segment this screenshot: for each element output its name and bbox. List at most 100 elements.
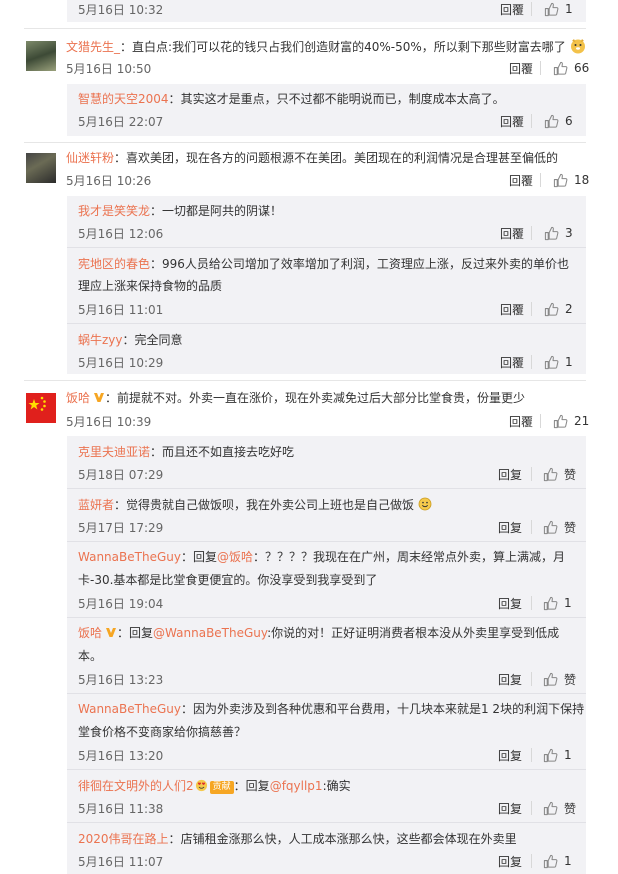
like-button[interactable]: 1 [544,354,573,370]
comment-time: 5月16日 10:50 [66,62,152,76]
reply-body: 饭哈 ：回复@WannaBeTheGuy:你说的对！正好证明消费者根本没从外卖里享… [78,626,560,640]
user-name[interactable]: 克里夫迪亚诺 [78,445,150,459]
like-count: 1 [565,355,573,369]
reply-text-line2: 卡-30.基本都是比堂食更便宜的。你没享受到我享受到了 [78,573,378,587]
user-name[interactable]: 宪地区的春色 [78,257,150,271]
avatar[interactable] [26,153,56,183]
user-name[interactable]: 文猎先生_ [66,40,120,54]
divider [531,2,532,16]
reply-text: 一切都是阿共的阴谋！ [162,204,283,218]
mention-link[interactable]: @fqyllp1 [270,779,323,793]
reply-button[interactable]: 回复 [498,747,522,764]
thumb-up-icon [543,520,558,534]
like-button[interactable]: 18 [553,172,589,188]
divider [540,173,541,187]
reply-button[interactable]: 回复 [498,519,522,536]
user-name[interactable]: 仙迷轩粉 [66,151,114,165]
reply-time: 5月17日 17:29 [78,521,164,535]
user-name[interactable]: 蓝妍者 [78,498,114,512]
user-name[interactable]: WannaBeTheGuy [78,702,181,716]
reply-button[interactable]: 回复 [498,800,522,817]
reply-button[interactable]: 回覆 [500,354,524,371]
heart-eyes-emoji-icon [195,779,207,792]
like-button[interactable]: 6 [544,113,573,129]
like-label: 赞 [564,467,577,482]
reply-button[interactable]: 回复 [498,466,522,483]
user-name[interactable]: 饭哈 [78,626,102,640]
user-name[interactable]: 2020伟哥在路上 [78,832,169,846]
user-name[interactable]: WannaBeTheGuy [78,550,181,564]
user-name[interactable]: 蜗牛zyy [78,333,123,347]
user-name[interactable]: 我才是笑笑龙 [78,204,150,218]
reply-button[interactable]: 回覆 [500,225,524,242]
like-button[interactable]: 1 [543,853,572,869]
reply-button[interactable]: 回覆 [509,413,533,430]
reply-divider [67,247,586,248]
comment-divider [24,142,586,143]
reply-body: 克里夫迪亚诺：而且还不如直接去吃好吃 [78,445,295,459]
reply-button[interactable]: 回复 [498,671,522,688]
reply-time: 5月16日 19:04 [78,597,164,611]
reply-button[interactable]: 回覆 [500,113,524,130]
reply-divider [67,488,586,489]
thumb-up-icon [544,226,559,240]
avatar[interactable] [26,41,56,71]
like-button[interactable]: 21 [553,413,589,429]
reply-button[interactable]: 回覆 [509,60,533,77]
reply-time: 5月16日 11:38 [78,802,164,816]
reply-button[interactable]: 回覆 [500,1,524,18]
flag-stars-icon [28,396,46,411]
comment-time: 5月16日 10:26 [66,174,152,188]
reply-button[interactable]: 回覆 [500,301,524,318]
reply-text: :确实 [322,779,351,793]
divider [540,61,541,75]
like-count: 3 [565,226,573,240]
avatar[interactable] [26,393,56,423]
user-name[interactable]: 饭哈 [66,391,90,405]
reply-body: 宪地区的春色：996人员给公司增加了效率增加了利润，工资理应上涨，反过来外卖的单… [78,257,569,271]
reply-text: 996人员给公司增加了效率增加了利润，工资理应上涨，反过来外卖的单价也 [162,257,569,271]
like-button[interactable]: 赞 [543,519,576,535]
like-button[interactable]: 赞 [543,671,576,687]
contributor-badge: 贡献 [209,781,234,794]
divider [531,596,532,610]
like-button[interactable]: 1 [543,595,572,611]
comment-body: 文猎先生_：直白点:我们可以花的钱只占我们创造财富的40%-50%，所以剩下那些… [66,38,586,55]
divider [531,801,532,815]
reply-time: 5月16日 13:20 [78,749,164,763]
divider [531,302,532,316]
reply-button[interactable]: 回复 [498,853,522,870]
reply-time: 5月18日 07:29 [78,468,164,482]
like-button[interactable]: 3 [544,225,573,241]
thumb-up-icon [553,414,568,428]
like-count: 1 [565,2,573,16]
user-name[interactable]: 智慧的天空2004 [78,92,169,106]
reply-body: 蜗牛zyy：完全同意 [78,333,183,347]
thumb-up-icon [543,748,558,762]
thumb-up-icon [544,302,559,316]
comment-divider [24,380,586,381]
reply-button[interactable]: 回覆 [509,172,533,189]
mention-link[interactable]: @WannaBeTheGuy [153,626,267,640]
like-button[interactable]: 1 [544,1,573,17]
reply-text: 店铺租金涨那么快，人工成本涨那么快，这些都会体现在外卖里 [180,832,517,846]
thumb-up-icon [553,61,568,75]
like-button[interactable]: 赞 [543,466,576,482]
like-count: 1 [564,854,572,868]
comment-body: 饭哈 ：前提就不对。外卖一直在涨价，现在外卖减免过后大部分比堂食贵，份量更少 [66,391,526,405]
smile-emoji-icon [418,497,432,511]
doge-emoji-icon [570,39,585,54]
like-count: 2 [565,302,573,316]
reply-button[interactable]: 回复 [498,595,522,612]
mention-link[interactable]: @饭哈 [217,550,253,564]
reply-time: 5月16日 10:29 [78,356,164,370]
reply-text: 完全同意 [134,333,183,347]
user-name[interactable]: 徘徊在文明外的人们2 [78,779,194,793]
like-button[interactable]: 66 [553,60,589,76]
reply-prefix: 回复 [192,550,217,564]
verified-v-icon [106,628,117,637]
like-button[interactable]: 赞 [543,800,576,816]
divider [531,748,532,762]
like-button[interactable]: 2 [544,301,573,317]
like-button[interactable]: 1 [543,747,572,763]
